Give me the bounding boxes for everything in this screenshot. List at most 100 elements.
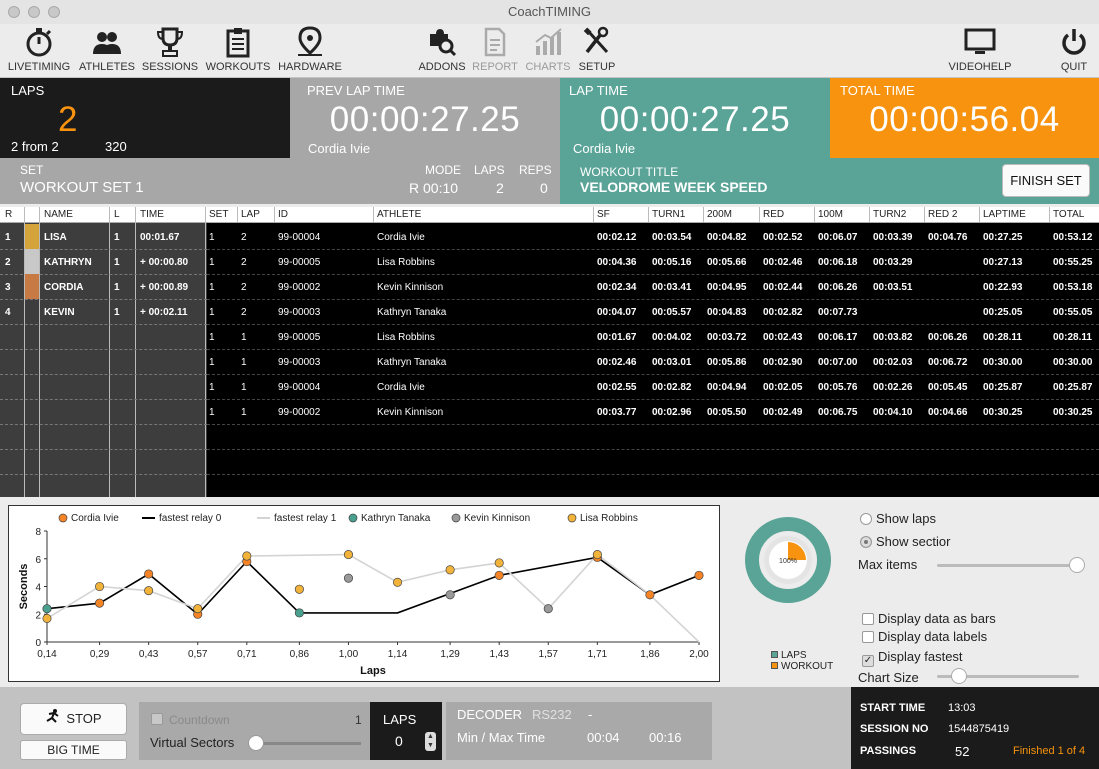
ranking-row[interactable] [0,424,207,449]
lap-chart: 0 2 4 6 8 0,14 0,29 0,43 0,57 0,71 0,86 1,00 1,14 1,2… [8,505,720,682]
laps-distance: 320 [105,139,127,154]
session-no-label: SESSION NO [860,723,929,735]
display-labels-checkbox[interactable]: Display data labels [862,629,987,644]
minimize-window-button[interactable] [28,6,40,18]
toolbar-charts[interactable]: CHARTS [523,26,573,74]
max-items-slider-thumb[interactable] [1069,557,1085,573]
toolbar-athletes[interactable]: ATHLETES [77,26,137,74]
passings-col-header[interactable]: 100M [818,209,843,220]
passings-col-header[interactable]: ID [278,209,288,220]
rank-time-cell: + 00:00.89 [140,282,189,293]
passings-col-header[interactable]: TURN2 [873,209,906,220]
toolbar-sessions[interactable]: SESSIONS [140,26,200,74]
ranking-row[interactable] [0,474,207,497]
passings-col-header[interactable]: RED [763,209,784,220]
passings-col-header[interactable]: SET [209,209,228,220]
big-time-button[interactable]: BIG TIME [20,740,127,760]
total-time-title: TOTAL TIME [840,83,915,98]
x-tick-label: 1,86 [640,649,660,660]
passings-col-header[interactable]: LAP [241,209,260,220]
ranking-row[interactable] [0,449,207,474]
ranking-row[interactable] [0,374,207,399]
passing-cell: 1 [241,407,247,418]
laps-stepper-value[interactable]: 0 [395,733,403,749]
passing-cell: 00:02.12 [597,232,637,243]
ranking-row[interactable]: 1 LISA 1 00:01.67 [0,224,207,249]
passing-row[interactable]: 1 2 99-00002 Kevin Kinnison 00:02.34 00:03.41… [207,274,1099,299]
passing-cell: 2 [241,307,247,318]
bottom-bar: STOP BIG TIME Countdown 1 Virtual Sector… [0,687,1099,769]
toolbar-videohelp[interactable]: VIDEOHELP [946,26,1014,74]
x-tick-label: 1,43 [489,649,509,660]
rank-cell: 4 [5,307,11,318]
rank-time-cell: + 00:00.80 [140,257,189,268]
ranking-row[interactable]: 4 KEVIN 1 + 00:02.11 [0,299,207,324]
toolbar-report[interactable]: REPORT [470,26,520,74]
passing-row[interactable]: 1 2 99-00004 Cordia Ivie 00:02.12 00:03.54 00:… [207,224,1099,249]
passing-row[interactable] [207,449,1099,474]
ranking-col-header[interactable]: TIME [140,209,164,220]
passing-cell: 00:02.34 [597,282,637,293]
zoom-window-button[interactable] [48,6,60,18]
series-line [46,556,700,616]
show-section-radio[interactable]: Show sectior [860,534,950,549]
passing-cell: 00:25.87 [983,382,1023,393]
passings-col-header[interactable]: TOTAL [1053,209,1084,220]
chart-size-slider-thumb[interactable] [951,668,967,684]
passing-row[interactable]: 1 1 99-00003 Kathryn Tanaka 00:02.46 00:03.01… [207,349,1099,374]
data-point [95,598,105,608]
passing-cell: 00:02.03 [873,357,913,368]
legend-entry: Lisa Robbins [580,513,638,524]
ranking-row[interactable] [0,324,207,349]
ranking-row[interactable] [0,399,207,424]
passing-row[interactable] [207,474,1099,497]
finish-set-button[interactable]: FINISH SET [1002,164,1090,197]
passings-col-header[interactable]: SF [597,209,610,220]
passing-row[interactable]: 1 2 99-00003 Kathryn Tanaka 00:04.07 00:05.57… [207,299,1099,324]
virtual-sectors-thumb[interactable] [248,735,264,751]
rank-name-cell: KEVIN [44,307,75,318]
display-fastest-checkbox[interactable]: ✓ Display fastest [862,649,963,667]
max-items-slider[interactable] [937,564,1079,567]
close-window-button[interactable] [8,6,20,18]
passings-col-header[interactable]: TURN1 [652,209,685,220]
stop-button[interactable]: STOP [20,703,127,735]
passing-cell: 00:05.45 [928,382,968,393]
passing-row[interactable]: 1 1 99-00005 Lisa Robbins 00:01.67 00:04.02 00… [207,324,1099,349]
ranking-col-header[interactable]: R [5,209,12,220]
ranking-row[interactable]: 3 CORDIA 1 + 00:00.89 [0,274,207,299]
toolbar-quit[interactable]: QUIT [1052,26,1096,74]
lap-time-value: 00:00:27.25 [599,100,791,139]
passing-cell: 00:04.66 [928,407,968,418]
display-bars-checkbox[interactable]: Display data as bars [862,611,996,626]
countdown-checkbox[interactable] [151,713,163,725]
toolbar-livetiming[interactable]: LIVETIMING [6,26,72,74]
passing-row[interactable]: 1 1 99-00002 Kevin Kinnison 00:03.77 00:02.96… [207,399,1099,424]
passing-row[interactable]: 1 2 99-00005 Lisa Robbins 00:04.36 00:05.16 00… [207,249,1099,274]
ranking-row[interactable] [0,349,207,374]
passings-col-header[interactable]: LAPTIME [983,209,1026,220]
puzzle-search-icon [430,29,457,57]
toolbar-addons[interactable]: ADDONS [414,26,470,74]
passing-cell: 00:30.00 [1053,357,1093,368]
passing-cell: 00:04.82 [707,232,747,243]
finished-status: Finished 1 of 4 [1013,745,1086,757]
ranking-row[interactable]: 2 KATHRYN 1 + 00:00.80 [0,249,207,274]
ranking-col-header[interactable]: L [114,209,120,220]
passings-col-header[interactable]: RED 2 [928,209,957,220]
passing-row[interactable] [207,424,1099,449]
toolbar-setup[interactable]: SETUP [574,26,620,74]
laps-stepper-arrows[interactable]: ▲ ▼ [425,732,436,751]
passings-col-header[interactable]: ATHLETE [377,209,421,220]
passings-col-header[interactable]: 200M [707,209,732,220]
toolbar-workouts[interactable]: WORKOUTS [204,26,272,74]
mode-label: MODE [425,163,461,177]
virtual-sectors-slider[interactable] [251,742,361,745]
ranking-col-header[interactable]: NAME [44,209,73,220]
show-laps-radio[interactable]: Show laps [860,511,936,526]
toolbar-hardware[interactable]: HARDWARE [276,26,344,74]
decoder-value: RS232 [532,707,572,722]
passing-row[interactable]: 1 1 99-00004 Cordia Ivie 00:02.55 00:02.82 00:… [207,374,1099,399]
bar-chart-icon [535,28,562,55]
virtual-sectors-label: Virtual Sectors [150,735,235,750]
